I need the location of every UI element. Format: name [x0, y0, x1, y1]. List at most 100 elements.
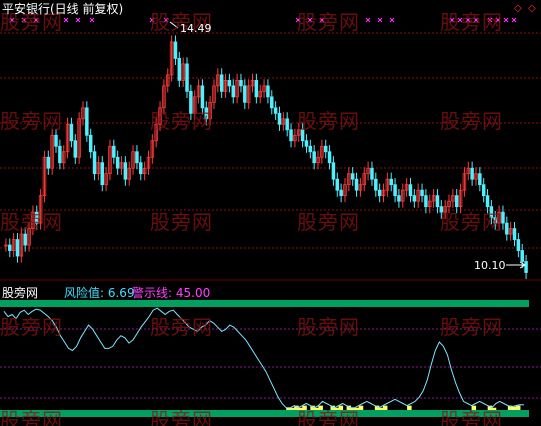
candle-body	[139, 162, 143, 175]
candle-body	[485, 195, 490, 208]
candle-body	[88, 134, 93, 153]
watermark: 股旁网	[0, 109, 63, 133]
candle-body	[389, 178, 393, 186]
candle-body	[478, 173, 482, 186]
candle-body	[412, 195, 417, 202]
risk-value-label: 风险值: 6.69	[64, 286, 135, 300]
chart-title: 平安银行(日线 前复权)	[2, 2, 124, 16]
candle-body	[277, 112, 282, 125]
candle-body	[285, 118, 289, 131]
candle-body	[408, 184, 413, 197]
watermark: 股旁网	[440, 10, 503, 34]
candle-body	[512, 228, 517, 240]
candle-body	[424, 195, 428, 208]
candle-body	[393, 184, 397, 197]
signal-marker	[365, 17, 371, 23]
candle-body	[370, 167, 374, 180]
candle-body	[243, 85, 247, 103]
candle-body	[470, 167, 474, 180]
diamond-outline-icon[interactable]: ◇	[514, 4, 522, 14]
candle-body	[266, 85, 270, 98]
watermark: 股旁网	[297, 210, 360, 234]
candle-body	[270, 96, 274, 109]
chart-stage: 股旁网 股旁网 股旁网 股旁网 股旁网 股旁网 股旁网 股旁网 股旁网 股旁网 …	[0, 0, 541, 426]
candle-body	[92, 151, 97, 175]
low-risk-fill	[382, 405, 388, 410]
upper-band	[0, 300, 529, 307]
candle-body	[115, 156, 120, 169]
candle-body	[354, 178, 359, 191]
candle-body	[254, 79, 259, 98]
candle-body	[15, 239, 20, 257]
low-risk-fill	[378, 407, 384, 410]
candle-body	[397, 195, 401, 202]
candle-body	[8, 244, 12, 251]
candle-body	[323, 145, 328, 153]
watermark: 股旁网	[150, 408, 213, 426]
candle-body	[273, 107, 278, 114]
watermark: 股旁网	[440, 210, 503, 234]
candle-body	[505, 222, 509, 235]
candle-body	[219, 74, 224, 92]
watermark: 股旁网	[297, 10, 360, 34]
candle-body	[520, 250, 524, 262]
candle-body	[23, 233, 27, 246]
candle-body	[54, 134, 58, 147]
candle-body	[112, 145, 116, 158]
candle-body	[420, 189, 424, 197]
watermark: 股旁网	[440, 109, 503, 133]
candle-body	[123, 162, 128, 180]
candle-body	[481, 184, 486, 197]
low-risk-fill	[511, 406, 517, 410]
candle-body	[350, 173, 355, 180]
signal-marker	[511, 17, 517, 23]
candle-body	[435, 195, 440, 208]
candle-body	[289, 129, 293, 142]
candle-body	[331, 162, 336, 180]
candle-body	[335, 178, 340, 191]
candle-body	[377, 189, 382, 197]
low-risk-fill	[290, 407, 295, 410]
candle-body	[312, 151, 316, 164]
watermark: 股旁网	[440, 315, 503, 339]
candle-body	[231, 85, 235, 98]
diamond-outline-icon[interactable]: ◇	[528, 4, 536, 14]
candle-body	[173, 41, 178, 59]
watermark: 股旁网	[150, 109, 213, 133]
low-risk-fill	[407, 405, 412, 410]
candle-body	[327, 151, 332, 164]
watermark: 股旁网	[297, 109, 360, 133]
candle-body	[46, 156, 51, 169]
signal-marker	[75, 17, 81, 23]
watermark: 股旁网	[150, 315, 213, 339]
watermark: 股旁网	[0, 210, 63, 234]
watermark: 股旁网	[297, 408, 360, 426]
indicator-name: 股旁网	[2, 286, 39, 300]
candle-body	[516, 239, 521, 251]
warning-line-label: 警示线: 45.00	[132, 286, 211, 300]
signal-marker	[389, 17, 395, 23]
signal-marker	[89, 17, 95, 23]
candle-body	[135, 151, 139, 164]
high-price-label: 14.49	[180, 22, 212, 35]
candle-body	[185, 63, 189, 92]
candle-body	[227, 79, 232, 87]
watermark: 股旁网	[0, 315, 63, 339]
candle-body	[308, 145, 313, 153]
watermark: 股旁网	[440, 408, 503, 426]
low-risk-fill	[515, 405, 521, 410]
signal-marker	[377, 17, 383, 23]
candle-body	[100, 162, 104, 186]
candle-body	[69, 123, 74, 142]
candle-body	[339, 189, 343, 197]
watermark: 股旁网	[297, 315, 360, 339]
candle-body	[374, 178, 378, 191]
signal-marker	[503, 17, 509, 23]
candle-body	[73, 140, 78, 158]
candle-body	[58, 145, 62, 164]
candle-body	[524, 261, 528, 273]
candle-body	[454, 195, 459, 208]
candle-body	[177, 58, 182, 81]
candle-body	[85, 107, 89, 136]
signal-marker	[63, 17, 69, 23]
